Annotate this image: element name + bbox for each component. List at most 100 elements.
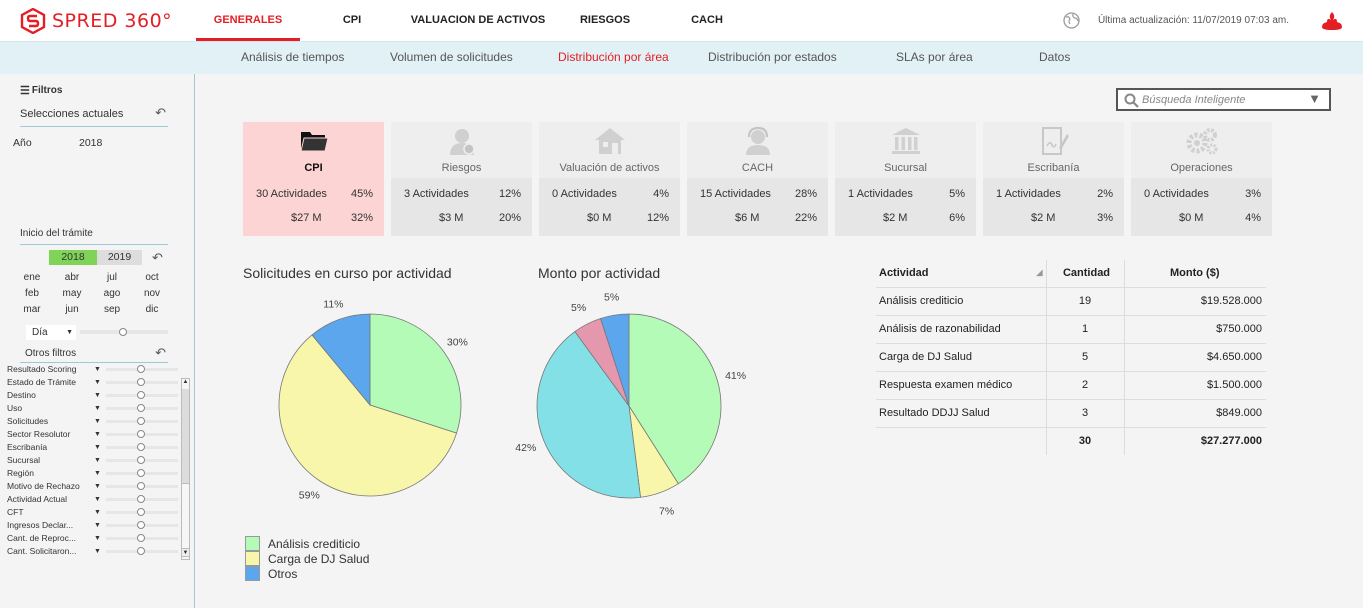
area-card-operaciones[interactable]: Operaciones 0 Actividades 3% $0 M 4% [1131,122,1272,236]
area-card-sucursal[interactable]: Sucursal 1 Actividades 5% $2 M 6% [835,122,976,236]
filter-row[interactable]: Región ▼ [4,467,180,480]
filter-row[interactable]: Sector Resolutor ▼ [4,428,180,441]
tab-cpi[interactable]: CPI [324,0,380,41]
filter-row[interactable]: Uso ▼ [4,402,180,415]
filter-row[interactable]: Solicitudes ▼ [4,415,180,428]
year-2019-chip[interactable]: 2019 [97,250,142,265]
month-oct[interactable]: oct [132,270,172,285]
filter-row[interactable]: Actividad Actual ▼ [4,493,180,506]
filter-slider-knob[interactable] [137,443,145,451]
chevron-down-icon[interactable]: ▼ [94,402,101,415]
month-ene[interactable]: ene [12,270,52,285]
filters-scrollbar[interactable]: ▲ [181,378,190,560]
month-nov[interactable]: nov [132,286,172,301]
area-card-riesgos[interactable]: Riesgos 3 Actividades 12% $3 M 20% [391,122,532,236]
scroll-thumb[interactable] [182,389,189,484]
area-card-cach[interactable]: CACH 15 Actividades 28% $6 M 22% [687,122,828,236]
year-2018-chip[interactable]: 2018 [49,250,97,265]
tab-cach[interactable]: CACH [684,0,730,41]
column-header-cantidad[interactable]: Cantidad [1046,260,1125,288]
filter-row[interactable]: CFT ▼ [4,506,180,519]
chevron-down-icon[interactable]: ▼ [94,454,101,467]
filter-slider-knob[interactable] [137,417,145,425]
granularity-select[interactable]: Día ▼ [26,325,76,340]
month-dic[interactable]: dic [132,302,172,317]
column-header-monto[interactable]: Monto ($) [1124,260,1266,288]
area-card-cpi[interactable]: CPI 30 Actividades 45% $27 M 32% [243,122,384,236]
filter-slider-knob[interactable] [137,456,145,464]
table-row[interactable]: Análisis crediticio 19 $19.528.000 [876,287,1266,316]
month-feb[interactable]: feb [12,286,52,301]
subtab-slas-por-area[interactable]: SLAs por área [896,42,973,75]
scroll-down-icon[interactable]: ▼ [181,548,190,557]
table-row[interactable]: Carga de DJ Salud 5 $4.650.000 [876,343,1266,372]
chevron-down-icon[interactable]: ▼ [1308,91,1321,106]
filter-row[interactable]: Ingresos Declar... ▼ [4,519,180,532]
subtab-distribucion-por-estados[interactable]: Distribución por estados [708,42,837,75]
month-abr[interactable]: abr [52,270,92,285]
column-header-actividad[interactable]: Actividad ◢ [876,260,1047,288]
subtab-analisis-de-tiempos[interactable]: Análisis de tiempos [241,42,344,75]
legend-item[interactable]: Carga de DJ Salud [245,551,369,566]
area-card-valuaci-n-de-activos[interactable]: Valuación de activos 0 Actividades 4% $0… [539,122,680,236]
filter-slider-knob[interactable] [137,469,145,477]
table-row[interactable]: Resultado DDJJ Salud 3 $849.000 [876,399,1266,428]
filter-slider-knob[interactable] [137,391,145,399]
chevron-down-icon[interactable]: ▼ [94,428,101,441]
filter-slider-knob[interactable] [137,508,145,516]
chevron-down-icon[interactable]: ▼ [94,506,101,519]
filter-slider-knob[interactable] [137,521,145,529]
reset-inicio-icon[interactable]: ↶ [152,250,163,266]
chevron-down-icon[interactable]: ▼ [94,376,101,389]
month-mar[interactable]: mar [12,302,52,317]
filter-row[interactable]: Destino ▼ [4,389,180,402]
globe-icon[interactable] [1063,12,1080,29]
month-sep[interactable]: sep [92,302,132,317]
filter-row[interactable]: Resultado Scoring ▼ [4,363,180,376]
chevron-down-icon[interactable]: ▼ [94,532,101,545]
filter-slider-knob[interactable] [137,547,145,555]
filter-row[interactable]: Cant. de Reproc... ▼ [4,532,180,545]
chevron-down-icon[interactable]: ▼ [94,363,101,376]
chevron-down-icon[interactable]: ▼ [94,545,101,558]
area-card-escriban-a[interactable]: Escribanía 1 Actividades 2% $2 M 3% [983,122,1124,236]
granularity-slider-knob[interactable] [119,328,127,336]
reset-other-filters-icon[interactable]: ↶ [155,345,166,361]
tab-generales[interactable]: GENERALES [196,0,300,41]
chevron-down-icon[interactable]: ▼ [94,415,101,428]
chevron-down-icon[interactable]: ▼ [94,467,101,480]
month-jun[interactable]: jun [52,302,92,317]
filter-row[interactable]: Cant. Solicitaron... ▼ [4,545,180,558]
filter-slider-knob[interactable] [137,495,145,503]
legend-item[interactable]: Otros [245,566,369,581]
table-row[interactable]: Respuesta examen médico 2 $1.500.000 [876,371,1266,400]
month-jul[interactable]: jul [92,270,132,285]
chevron-down-icon[interactable]: ▼ [94,441,101,454]
app-logo[interactable]: SPRED 360° [20,8,172,34]
sort-icon[interactable]: ◢ [1036,268,1042,277]
chevron-down-icon[interactable]: ▼ [94,389,101,402]
filter-slider-knob[interactable] [137,365,145,373]
filter-slider-knob[interactable] [137,534,145,542]
reset-selections-icon[interactable]: ↶ [155,105,166,121]
table-row[interactable]: Análisis de razonabilidad 1 $750.000 [876,315,1266,344]
subtab-datos[interactable]: Datos [1039,42,1070,75]
month-ago[interactable]: ago [92,286,132,301]
filter-slider-knob[interactable] [137,482,145,490]
legend-item[interactable]: Análisis crediticio [245,536,369,551]
filter-row[interactable]: Estado de Trámite ▼ [4,376,180,389]
tab-riesgos[interactable]: RIESGOS [572,0,638,41]
subtab-distribucion-por-area[interactable]: Distribución por área [558,42,669,75]
smart-search[interactable]: Búsqueda Inteligente ▼ [1116,88,1331,111]
filter-slider-knob[interactable] [137,430,145,438]
chevron-down-icon[interactable]: ▼ [94,493,101,506]
filters-header[interactable]: ☰ Filtros [20,84,62,97]
tab-valuacion-de-activos[interactable]: VALUACION DE ACTIVOS [408,0,548,41]
filter-slider-knob[interactable] [137,404,145,412]
chevron-down-icon[interactable]: ▼ [94,480,101,493]
filter-row[interactable]: Sucursal ▼ [4,454,180,467]
filter-row[interactable]: Motivo de Rechazo ▼ [4,480,180,493]
filter-row[interactable]: Escribanía ▼ [4,441,180,454]
subtab-volumen-de-solicitudes[interactable]: Volumen de solicitudes [390,42,513,75]
filter-slider-knob[interactable] [137,378,145,386]
